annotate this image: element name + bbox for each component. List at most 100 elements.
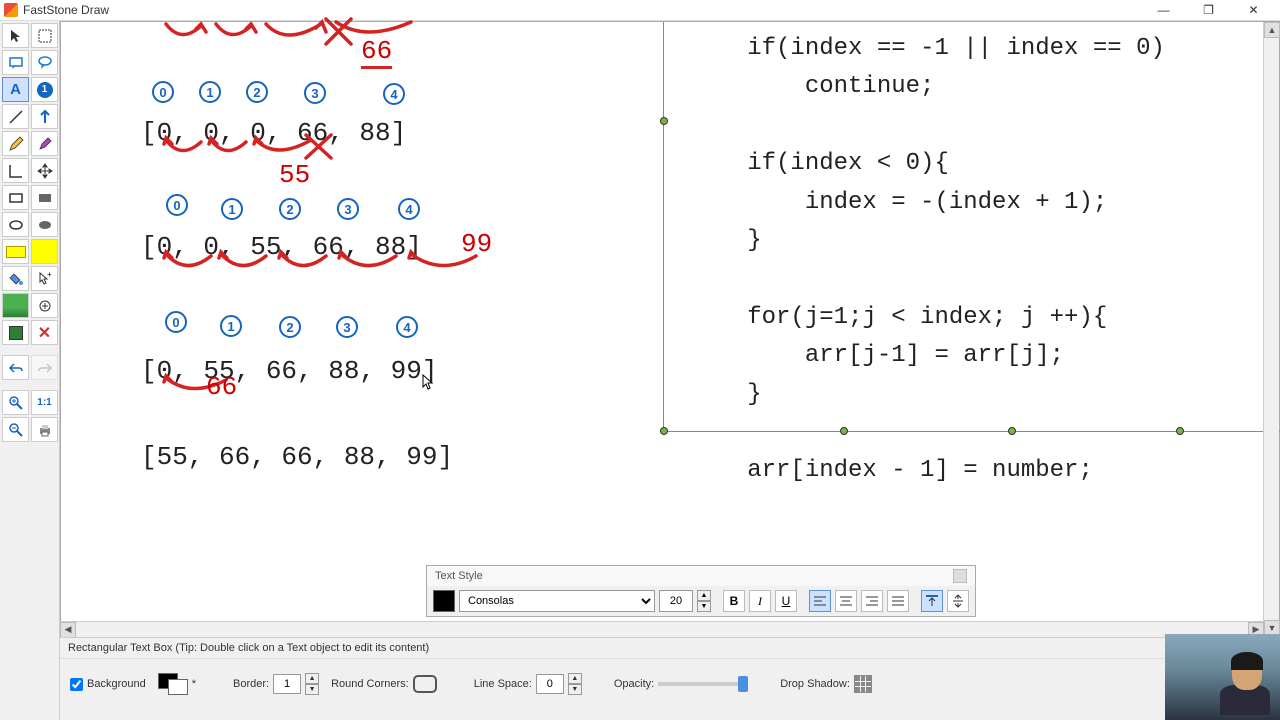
align-right-button[interactable] bbox=[861, 590, 883, 612]
toolbox: A 1 + ✕ 1:1 bbox=[0, 21, 60, 720]
align-left-button[interactable] bbox=[809, 590, 831, 612]
drop-shadow-label: Drop Shadow: bbox=[780, 678, 850, 690]
index-badge: 3 bbox=[304, 82, 326, 104]
annotation-66b: 66 bbox=[206, 372, 237, 402]
image-tool[interactable] bbox=[2, 293, 29, 318]
bold-button[interactable]: B bbox=[723, 590, 745, 612]
code-text-box[interactable]: if(index == -1 || index == 0) continue; … bbox=[663, 22, 1280, 432]
marquee-tool[interactable] bbox=[31, 23, 58, 48]
resize-handle[interactable] bbox=[1008, 427, 1016, 435]
font-select[interactable]: Consolas bbox=[459, 590, 655, 612]
ellipse-tool[interactable] bbox=[2, 212, 29, 237]
vertical-scrollbar[interactable]: ▲ ▼ bbox=[1263, 22, 1279, 636]
round-corners-preview[interactable] bbox=[413, 675, 437, 693]
selection-tool[interactable] bbox=[2, 23, 29, 48]
opacity-label: Opacity: bbox=[614, 678, 654, 690]
line-space-input[interactable] bbox=[536, 674, 564, 694]
italic-button[interactable]: I bbox=[749, 590, 771, 612]
zoom-actual-tool[interactable]: 1:1 bbox=[31, 390, 58, 415]
background-checkbox[interactable] bbox=[70, 678, 83, 691]
round-corners-label: Round Corners: bbox=[331, 678, 409, 690]
line-space-spinner[interactable]: ▲▼ bbox=[568, 673, 582, 695]
redo-tool[interactable] bbox=[31, 355, 58, 380]
maximize-button[interactable]: ❐ bbox=[1186, 0, 1231, 21]
close-button[interactable]: ✕ bbox=[1231, 0, 1276, 21]
window-controls: — ❐ ✕ bbox=[1141, 0, 1276, 21]
index-badge: 4 bbox=[383, 83, 405, 105]
webcam-overlay bbox=[1165, 634, 1280, 720]
index-badge: 2 bbox=[246, 81, 268, 103]
minimize-button[interactable]: — bbox=[1141, 0, 1186, 21]
polyline-tool[interactable] bbox=[2, 158, 29, 183]
print-tool[interactable] bbox=[31, 417, 58, 442]
annotation-66: 66 bbox=[361, 36, 392, 69]
close-icon[interactable] bbox=[953, 569, 967, 583]
index-badge: 3 bbox=[336, 316, 358, 338]
cursor-edit-tool[interactable]: + bbox=[31, 266, 58, 291]
svg-text:+: + bbox=[47, 271, 52, 279]
resize-handle[interactable] bbox=[1176, 427, 1184, 435]
resize-handle[interactable] bbox=[660, 427, 668, 435]
line-space-label: Line Space: bbox=[474, 678, 532, 690]
index-badge: 0 bbox=[152, 81, 174, 103]
filled-rect-tool[interactable] bbox=[31, 185, 58, 210]
number-stamp-tool[interactable]: 1 bbox=[31, 77, 58, 102]
align-justify-button[interactable] bbox=[887, 590, 909, 612]
fill-yellow-tool[interactable] bbox=[31, 239, 58, 264]
pencil-tool[interactable] bbox=[2, 131, 29, 156]
text-style-panel[interactable]: Text Style Consolas ▲▼ B I U bbox=[426, 565, 976, 617]
callout-rect-tool[interactable] bbox=[2, 50, 29, 75]
zoom-out-tool[interactable] bbox=[2, 417, 29, 442]
border-label: Border: bbox=[233, 678, 269, 690]
index-badge: 4 bbox=[398, 198, 420, 220]
arrow-tool[interactable] bbox=[31, 104, 58, 129]
border-spinner[interactable]: ▲▼ bbox=[305, 673, 319, 695]
rectangle-tool[interactable] bbox=[2, 185, 29, 210]
delete-tool[interactable]: ✕ bbox=[31, 320, 58, 345]
undo-tool[interactable] bbox=[2, 355, 29, 380]
array-text: [55, 66, 66, 88, 99] bbox=[141, 442, 453, 472]
resize-handle[interactable] bbox=[840, 427, 848, 435]
text-color-swatch[interactable] bbox=[433, 590, 455, 612]
border-input[interactable] bbox=[273, 674, 301, 694]
paint-bucket-tool[interactable] bbox=[2, 266, 29, 291]
callout-ellipse-tool[interactable] bbox=[31, 50, 58, 75]
valign-middle-button[interactable] bbox=[947, 590, 969, 612]
text-style-header[interactable]: Text Style bbox=[427, 566, 975, 586]
annotation-55: 55 bbox=[279, 160, 310, 190]
scroll-left-button[interactable]: ◀ bbox=[60, 622, 76, 638]
color-picker-tool[interactable] bbox=[2, 320, 29, 345]
opacity-slider[interactable] bbox=[658, 682, 748, 686]
valign-top-button[interactable] bbox=[921, 590, 943, 612]
highlight-rect-tool[interactable] bbox=[2, 239, 29, 264]
scroll-up-button[interactable]: ▲ bbox=[1264, 22, 1280, 38]
highlighter-tool[interactable] bbox=[31, 131, 58, 156]
index-badge: 2 bbox=[279, 316, 301, 338]
drop-shadow-picker[interactable] bbox=[854, 675, 872, 693]
size-spinner[interactable]: ▲▼ bbox=[697, 590, 711, 612]
underline-button[interactable]: U bbox=[775, 590, 797, 612]
index-badge: 1 bbox=[221, 198, 243, 220]
text-tool[interactable]: A bbox=[2, 77, 29, 102]
line-tool[interactable] bbox=[2, 104, 29, 129]
index-badge: 2 bbox=[279, 198, 301, 220]
code-content: if(index == -1 || index == 0) continue; … bbox=[664, 22, 1280, 614]
zoom-in-tool[interactable] bbox=[2, 390, 29, 415]
index-badge: 1 bbox=[220, 315, 242, 337]
filled-ellipse-tool[interactable] bbox=[31, 212, 58, 237]
align-center-button[interactable] bbox=[835, 590, 857, 612]
star-label: * bbox=[192, 678, 196, 690]
app-icon bbox=[4, 3, 18, 17]
font-size-input[interactable] bbox=[659, 590, 693, 612]
background-label: Background bbox=[87, 678, 146, 690]
cursor-icon bbox=[422, 374, 434, 392]
status-area: Rectangular Text Box (Tip: Double click … bbox=[60, 637, 1280, 720]
index-badge: 0 bbox=[166, 194, 188, 216]
options-bar: Background * Border: ▲▼ Round Corners: L… bbox=[60, 659, 1280, 709]
move-tool[interactable] bbox=[31, 158, 58, 183]
canvas[interactable]: 66 0 1 2 3 4 [0, 0, 0, 66, 88] 55 0 1 2 … bbox=[60, 21, 1280, 720]
bg-color-picker[interactable] bbox=[158, 673, 188, 695]
horizontal-scrollbar[interactable]: ◀ ▶ bbox=[60, 621, 1264, 637]
add-point-tool[interactable] bbox=[31, 293, 58, 318]
resize-handle[interactable] bbox=[660, 117, 668, 125]
